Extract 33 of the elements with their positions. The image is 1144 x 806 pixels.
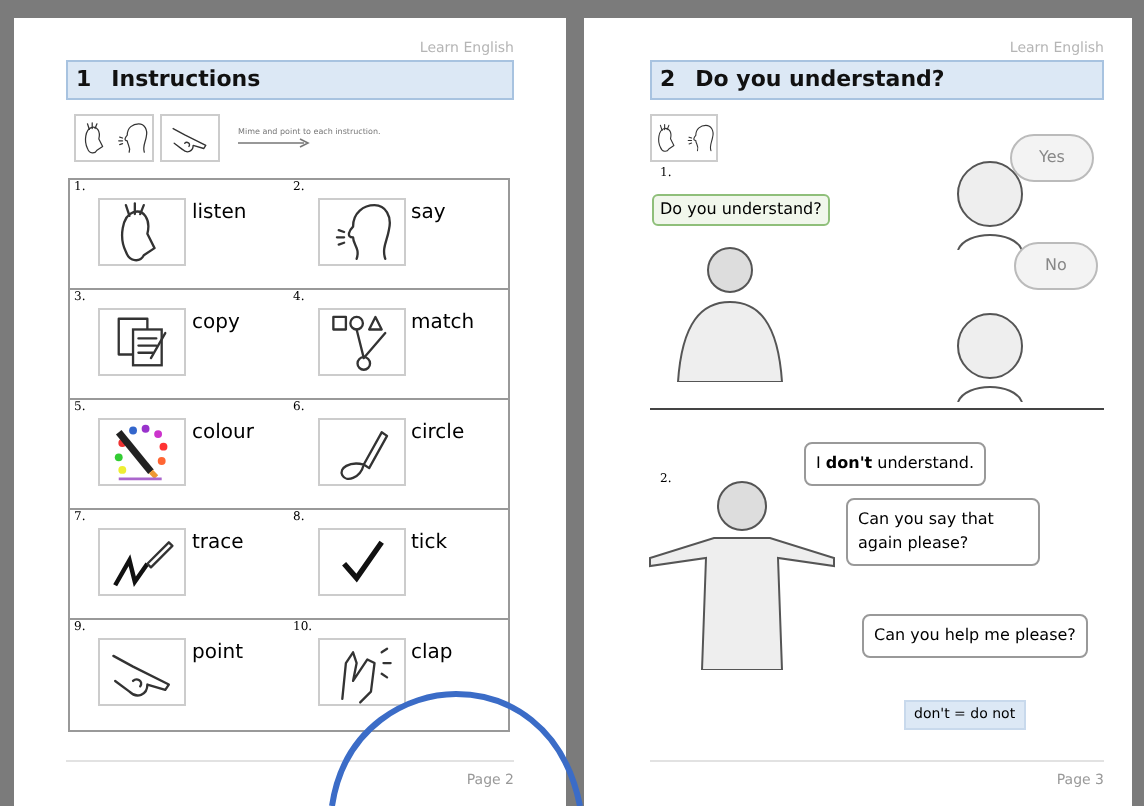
clapping-hands-icon <box>317 638 405 706</box>
thought-bubble: Yes <box>1010 134 1094 182</box>
checkmark-icon <box>317 528 405 596</box>
title-number: 1 <box>76 63 92 96</box>
speaking-head-icon <box>317 198 405 266</box>
zigzag-pencil-icon <box>98 528 186 596</box>
item-word: trace <box>192 534 244 554</box>
shapes-match-icon <box>317 308 405 376</box>
speech-bubble: Can you say that again please? <box>846 498 1040 566</box>
item-word: say <box>411 204 446 224</box>
ear-hand-icon <box>98 198 186 266</box>
arrow-icon <box>238 138 310 148</box>
listen-say-icons <box>74 114 154 162</box>
title-number: 2 <box>660 63 676 96</box>
item-word: tick <box>411 534 447 554</box>
item-word: listen <box>192 204 247 224</box>
documents-icon <box>98 308 186 376</box>
pointing-hand-icon <box>160 114 220 162</box>
thought-bubble: No <box>1014 242 1098 290</box>
coloured-pencil-icon <box>98 418 186 486</box>
item-word: point <box>192 644 244 664</box>
speech-bubble: Can you help me please? <box>862 614 1088 658</box>
speech-bubble: I don't understand. <box>804 442 986 486</box>
listen-say-icons <box>650 114 718 162</box>
pointing-hand-icon <box>98 638 186 706</box>
item-word: clap <box>411 644 453 664</box>
item-word: match <box>411 314 475 334</box>
title-text: Do you understand? <box>695 63 945 96</box>
item-word: copy <box>192 314 240 334</box>
item-word: circle <box>411 424 465 444</box>
speech-bubble: Do you understand? <box>652 194 830 226</box>
title-text: Instructions <box>111 63 261 96</box>
item-word: colour <box>192 424 254 444</box>
